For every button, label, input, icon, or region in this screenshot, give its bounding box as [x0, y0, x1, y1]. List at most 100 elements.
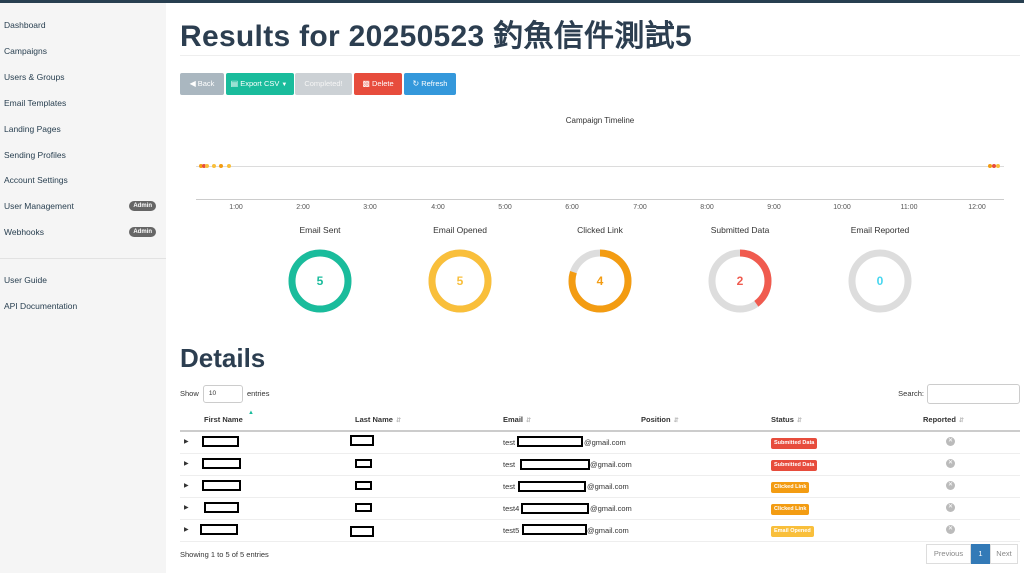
sidebar-item-label: API Documentation — [4, 301, 78, 311]
sidebar-item-dashboard[interactable]: Dashboard — [0, 14, 166, 36]
table-search: Search: — [898, 384, 1020, 405]
caret-right-icon[interactable]: ▶ — [184, 460, 189, 467]
sidebar-item-sending-profiles[interactable]: Sending Profiles — [0, 144, 166, 166]
stat-value: 0 — [877, 274, 884, 288]
column-header-status[interactable]: Status ⇵ — [771, 415, 802, 424]
table-info: Showing 1 to 5 of 5 entries — [180, 550, 269, 559]
times-circle-icon: ✕ — [946, 525, 955, 534]
table-row[interactable]: ▶ test @gmail.com Submitted Data ✕ — [180, 454, 1020, 476]
redacted-first-name — [202, 436, 239, 447]
column-header-label: Reported — [923, 415, 956, 424]
stat-donut: 0 — [848, 249, 912, 313]
column-header-reported[interactable]: Reported ⇵ — [923, 415, 964, 424]
column-header-last-name[interactable]: Last Name ⇵ — [355, 415, 401, 424]
timeline-line — [196, 166, 1004, 167]
back-button[interactable]: ◀ Back — [180, 73, 224, 95]
sort-icon: ⇵ — [673, 418, 679, 424]
redacted-email — [518, 481, 586, 492]
email-prefix: test — [503, 460, 516, 469]
sort-ascending-icon: ▲ — [248, 410, 254, 416]
sidebar-item-campaigns[interactable]: Campaigns — [0, 40, 166, 62]
sort-icon: ⇵ — [395, 418, 401, 424]
trash-icon: ▩ — [362, 79, 370, 88]
email-suffix: @gmail.com — [590, 504, 632, 513]
sort-icon: ⇵ — [796, 418, 802, 424]
sidebar-item-api-documentation[interactable]: API Documentation — [0, 295, 166, 317]
completed-button[interactable]: Completed! — [295, 73, 352, 95]
column-header-first-name[interactable]: First Name — [204, 415, 243, 424]
table-row[interactable]: ▶ test5 @gmail.com Email Opened ✕ — [180, 520, 1020, 542]
redacted-first-name — [204, 502, 239, 513]
email-prefix: test — [503, 482, 516, 491]
redacted-email — [522, 524, 587, 535]
timeline-event-dot[interactable] — [219, 164, 223, 168]
timeline-event-dot[interactable] — [227, 164, 231, 168]
redacted-email — [520, 459, 590, 470]
timeline-tick-label: 7:00 — [633, 204, 647, 211]
admin-badge: Admin — [129, 201, 156, 211]
email-suffix: @gmail.com — [584, 438, 626, 447]
stat-clicked-link: Clicked Link 4 — [545, 224, 655, 314]
caret-down-icon: ▼ — [281, 82, 288, 88]
times-circle-icon: ✕ — [946, 481, 955, 490]
delete-button[interactable]: ▩ Delete — [354, 73, 402, 95]
stat-donut: 2 — [708, 249, 772, 313]
table-row[interactable]: ▶ test @gmail.com Submitted Data ✕ — [180, 432, 1020, 454]
column-header-position[interactable]: Position ⇵ — [641, 415, 679, 424]
stat-email-sent: Email Sent 5 — [265, 224, 375, 314]
search-label: Search: — [898, 389, 924, 398]
entries-select[interactable]: 10 — [202, 385, 243, 404]
sidebar-item-account-settings[interactable]: Account Settings — [0, 169, 166, 191]
column-header-label: Email — [503, 415, 524, 424]
entries-label: entries — [246, 389, 270, 398]
stat-label: Email Sent — [299, 225, 341, 235]
export-csv-button[interactable]: ▤ Export CSV ▼ — [226, 73, 294, 95]
caret-right-icon[interactable]: ▶ — [184, 438, 189, 445]
pagination-next[interactable]: Next — [990, 544, 1018, 564]
caret-right-icon[interactable]: ▶ — [184, 526, 189, 533]
caret-right-icon[interactable]: ▶ — [184, 504, 189, 511]
sidebar-item-users-groups[interactable]: Users & Groups — [0, 66, 166, 88]
refresh-button[interactable]: ↻ Refresh — [404, 73, 456, 95]
timeline-tick-label: 9:00 — [767, 204, 781, 211]
sidebar: Dashboard Campaigns Users & Groups Email… — [0, 3, 166, 573]
sidebar-item-email-templates[interactable]: Email Templates — [0, 92, 166, 114]
sidebar-item-user-management[interactable]: User Management Admin — [0, 195, 166, 217]
entries-length-control: Show 10 entries — [180, 384, 269, 404]
redacted-email — [521, 503, 589, 514]
back-label: Back — [197, 79, 215, 88]
caret-right-icon[interactable]: ▶ — [184, 482, 189, 489]
stat-value: 5 — [457, 274, 464, 288]
back-circle-icon: ◀ — [189, 79, 196, 88]
email-prefix: test5 — [503, 526, 520, 535]
timeline-event-dot[interactable] — [996, 164, 1000, 168]
sidebar-item-webhooks[interactable]: Webhooks Admin — [0, 221, 166, 243]
column-header-label: Status — [771, 415, 794, 424]
timeline-tick-label: 1:00 — [229, 204, 243, 211]
timeline-tick-label: 8:00 — [700, 204, 714, 211]
timeline-event-dot[interactable] — [205, 164, 209, 168]
column-header-email[interactable]: Email ⇵ — [503, 415, 531, 424]
sidebar-item-user-guide[interactable]: User Guide — [0, 269, 166, 291]
completed-label: Completed! — [304, 79, 343, 88]
table-row[interactable]: ▶ test4 @gmail.com Clicked Link ✕ — [180, 498, 1020, 520]
sidebar-item-label: Email Templates — [4, 98, 67, 108]
pagination-page-1[interactable]: 1 — [971, 544, 990, 564]
times-circle-icon: ✕ — [946, 503, 955, 512]
sidebar-item-landing-pages[interactable]: Landing Pages — [0, 118, 166, 140]
search-input[interactable] — [927, 384, 1020, 405]
timeline-tick-label: 10:00 — [833, 204, 851, 211]
stat-label: Email Reported — [850, 225, 910, 235]
stat-label: Clicked Link — [577, 225, 623, 235]
admin-badge: Admin — [129, 227, 156, 237]
timeline-event-dot[interactable] — [212, 164, 216, 168]
redacted-last-name — [355, 481, 372, 490]
table-row[interactable]: ▶ test @gmail.com Clicked Link ✕ — [180, 476, 1020, 498]
column-header-label: Last Name — [355, 415, 393, 424]
redacted-last-name — [350, 435, 374, 446]
redacted-email — [517, 436, 583, 447]
redacted-last-name — [350, 526, 374, 537]
pagination-previous[interactable]: Previous — [926, 544, 971, 564]
show-label: Show — [180, 389, 199, 398]
email-prefix: test4 — [503, 504, 520, 513]
